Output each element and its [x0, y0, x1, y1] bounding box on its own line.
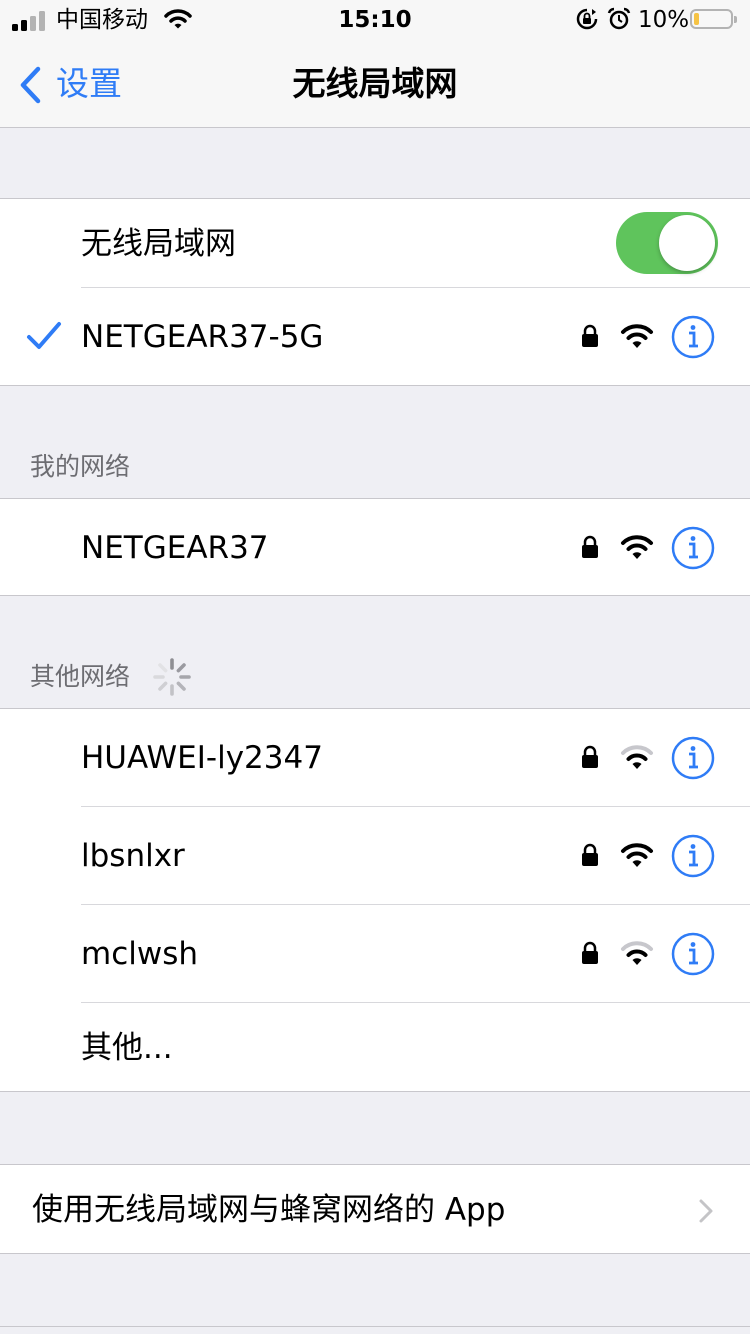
wifi-main-group: 无线局域网 NETGEAR37-5G [0, 198, 750, 386]
wifi-toggle-label: 无线局域网 [81, 226, 236, 262]
checkmark-icon [27, 322, 61, 349]
wifi-signal-icon [621, 843, 653, 867]
loading-spinner-icon [153, 658, 191, 696]
other-networks-group: HUAWEI-ly2347 lbsnlxr mclwsh 其他... [0, 708, 750, 1092]
network-row[interactable]: mclwsh [0, 905, 750, 1002]
network-name: NETGEAR37 [81, 530, 269, 566]
apps-row[interactable]: 使用无线局域网与蜂窝网络的 App [0, 1165, 750, 1254]
lock-icon [582, 535, 598, 558]
page-title: 无线局域网 [292, 64, 458, 103]
alarm-icon [607, 7, 631, 30]
lock-icon [582, 941, 598, 964]
my-networks-header: 我的网络 [30, 452, 131, 481]
info-icon[interactable] [671, 932, 715, 976]
info-icon[interactable] [671, 526, 715, 570]
other-network-row[interactable]: 其他... [0, 1003, 750, 1092]
apps-row-label: 使用无线局域网与蜂窝网络的 App [32, 1192, 506, 1228]
lock-icon [582, 324, 598, 347]
battery-percent: 10% [638, 7, 690, 33]
my-networks-group: NETGEAR37 [0, 498, 750, 596]
network-row[interactable]: NETGEAR37 [0, 499, 750, 596]
wifi-toggle-switch[interactable] [616, 212, 718, 274]
bottom-divider [0, 1326, 750, 1327]
wifi-signal-icon [621, 535, 653, 559]
other-network-label: 其他... [81, 1030, 173, 1066]
battery-icon [690, 9, 737, 29]
network-row[interactable]: lbsnlxr [0, 807, 750, 904]
wifi-signal-icon [621, 324, 653, 348]
info-icon[interactable] [671, 736, 715, 780]
info-icon[interactable] [671, 834, 715, 878]
rotation-lock-icon [576, 8, 598, 30]
info-icon[interactable] [671, 315, 715, 359]
other-networks-header: 其他网络 [30, 662, 131, 691]
connected-network-name: NETGEAR37-5G [81, 319, 324, 355]
lock-icon [582, 843, 598, 866]
toggle-knob [659, 215, 715, 271]
network-name: HUAWEI-ly2347 [81, 740, 323, 776]
connected-network-row[interactable]: NETGEAR37-5G [0, 288, 750, 386]
status-bar: 中国移动 15:10 10% [0, 0, 750, 40]
chevron-right-icon [699, 1199, 713, 1223]
wifi-toggle-row: 无线局域网 [0, 199, 750, 288]
network-name: lbsnlxr [81, 838, 185, 874]
apps-group: 使用无线局域网与蜂窝网络的 App [0, 1164, 750, 1254]
navigation-bar: 设置 无线局域网 [0, 40, 750, 128]
network-row[interactable]: HUAWEI-ly2347 [0, 709, 750, 806]
lock-icon [582, 745, 598, 768]
network-name: mclwsh [81, 936, 199, 972]
wifi-signal-icon [621, 745, 653, 769]
wifi-signal-icon [621, 941, 653, 965]
